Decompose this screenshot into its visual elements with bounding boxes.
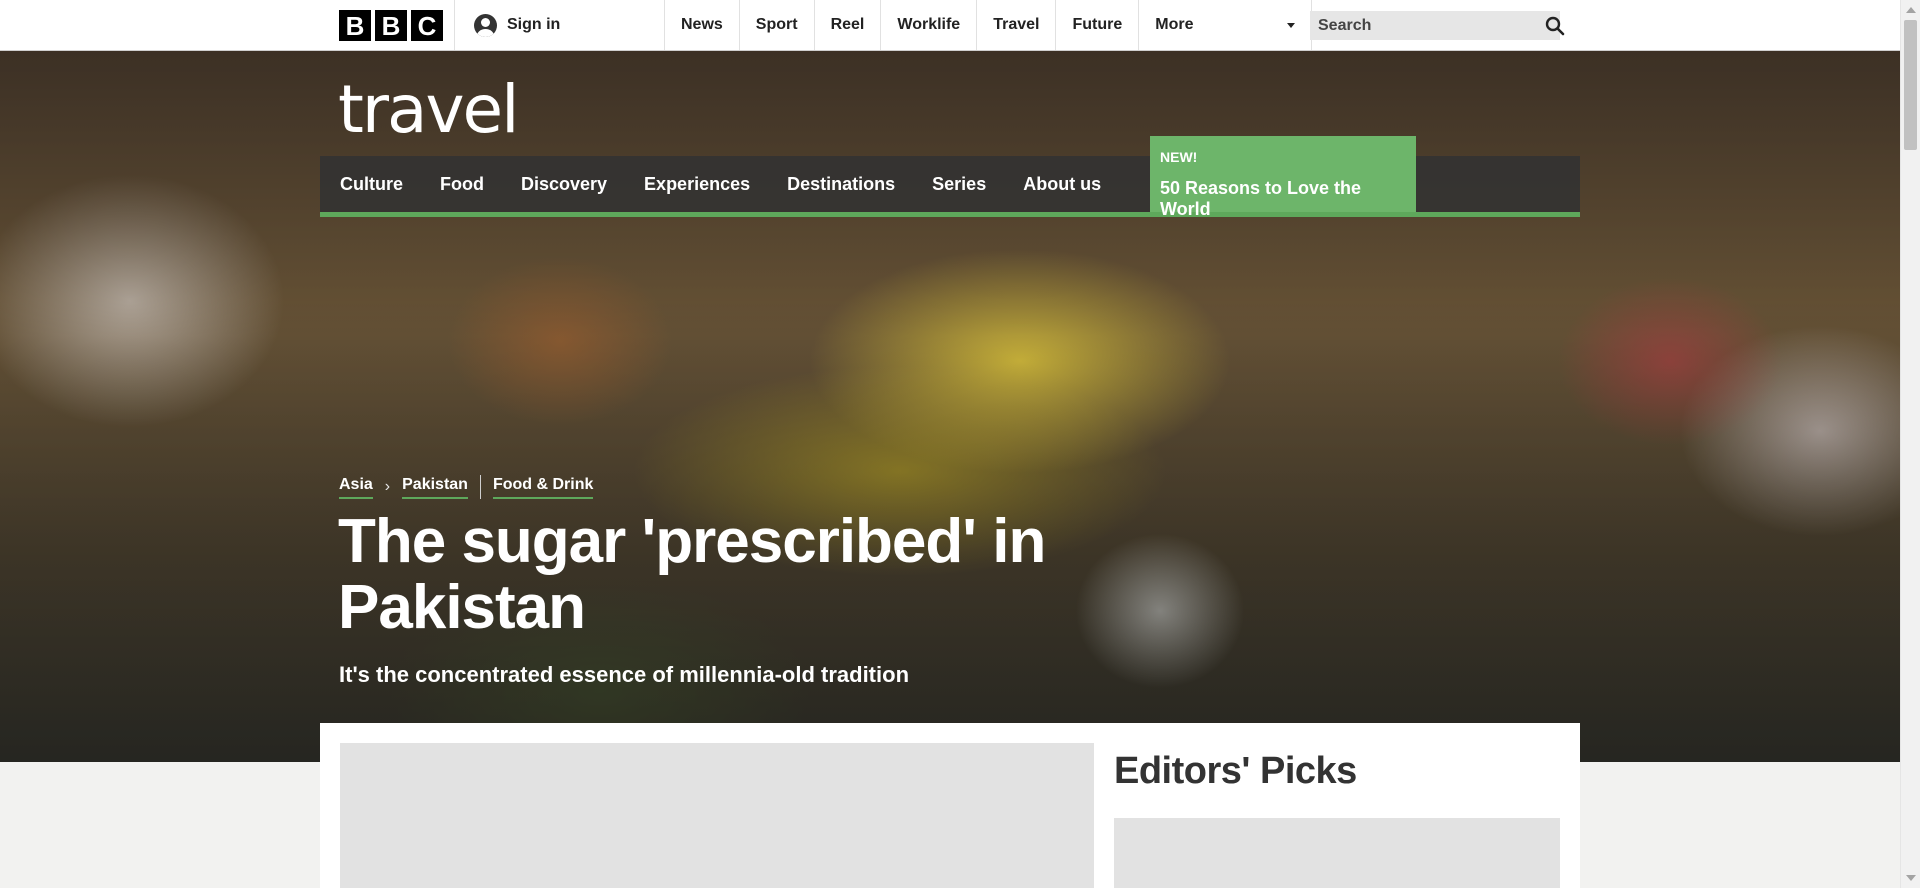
bbc-logo-letter: C: [411, 10, 443, 41]
search-input[interactable]: [1310, 11, 1545, 40]
breadcrumb-topic[interactable]: Food & Drink: [492, 476, 594, 499]
caret-down-icon: [1287, 22, 1296, 28]
search-box: [1310, 11, 1565, 40]
global-nav: News Sport Reel Worklife Travel Future M…: [664, 0, 1313, 50]
editors-picks-heading: Editors' Picks: [1114, 750, 1357, 792]
section-nav-series[interactable]: Series: [914, 156, 1004, 212]
global-nav-sport[interactable]: Sport: [738, 0, 814, 50]
global-nav-news[interactable]: News: [664, 0, 739, 50]
section-nav-destinations[interactable]: Destinations: [769, 156, 913, 212]
promo-title: 50 Reasons to Love the World: [1160, 178, 1362, 219]
breadcrumb-country[interactable]: Pakistan: [402, 476, 468, 499]
global-nav-future[interactable]: Future: [1055, 0, 1138, 50]
article-media-placeholder: [340, 743, 1094, 888]
scroll-down-arrow-icon[interactable]: [1906, 875, 1916, 881]
section-nav-food[interactable]: Food: [422, 156, 502, 212]
search-button[interactable]: [1545, 11, 1565, 40]
bbc-logo-letter: B: [375, 10, 407, 41]
sign-in-label: Sign in: [507, 16, 561, 33]
bbc-logo[interactable]: B B C: [339, 10, 443, 41]
page-scrollbar[interactable]: [1900, 0, 1920, 888]
global-nav-reel[interactable]: Reel: [813, 0, 881, 50]
scrollbar-thumb[interactable]: [1904, 20, 1917, 150]
header-divider: [454, 0, 455, 50]
breadcrumb-divider: [479, 475, 481, 499]
user-avatar-icon: [474, 13, 497, 37]
article-headline: The sugar 'prescribed' in Pakistan: [338, 507, 1046, 642]
global-nav-travel[interactable]: Travel: [976, 0, 1055, 50]
section-nav-experiences[interactable]: Experiences: [626, 156, 768, 212]
promo-new-badge: NEW!: [1160, 149, 1198, 165]
promo-50-reasons[interactable]: NEW! 50 Reasons to Love the World: [1150, 136, 1416, 219]
travel-logo[interactable]: travel: [338, 77, 519, 143]
section-nav-culture[interactable]: Culture: [321, 156, 421, 212]
global-nav-more[interactable]: More: [1138, 0, 1313, 50]
editors-pick-card[interactable]: [1114, 818, 1560, 888]
bbc-logo-letter: B: [339, 10, 371, 41]
section-nav-discovery[interactable]: Discovery: [503, 156, 625, 212]
global-header: B B C Sign in News Sport Reel Worklife T…: [0, 0, 1900, 51]
chevron-right-icon: ›: [384, 478, 391, 495]
article-hero: travel Culture Food Discovery Experience…: [0, 51, 1900, 762]
article-content: Editors' Picks: [320, 723, 1580, 888]
more-label: More: [1155, 16, 1194, 33]
scroll-up-arrow-icon[interactable]: [1906, 7, 1916, 13]
section-nav-about-us[interactable]: About us: [1005, 156, 1119, 212]
breadcrumb-region[interactable]: Asia: [339, 476, 373, 499]
breadcrumb: Asia › Pakistan Food & Drink: [339, 475, 594, 499]
global-nav-worklife[interactable]: Worklife: [880, 0, 976, 50]
magnifier-icon: [1545, 16, 1565, 35]
article-standfirst: It's the concentrated essence of millenn…: [339, 662, 910, 687]
sign-in-link[interactable]: Sign in: [474, 0, 560, 50]
